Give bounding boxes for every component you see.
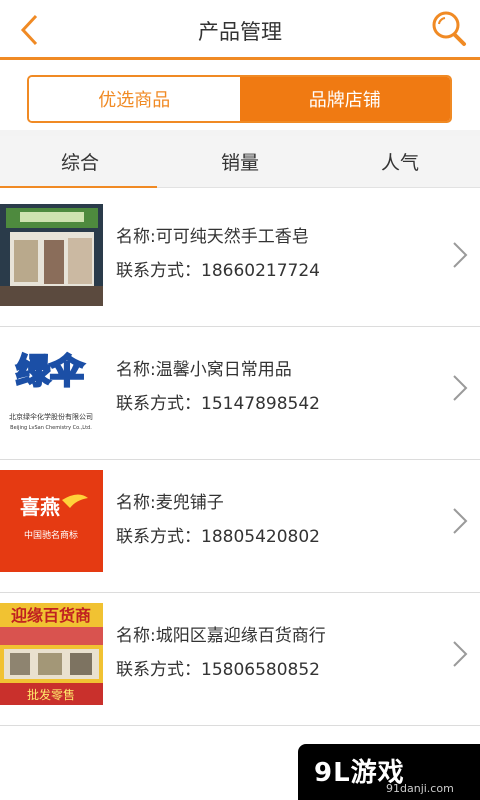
store-thumbnail: 迎缘百货商 批发零售 bbox=[0, 603, 103, 705]
chevron-right-icon bbox=[453, 242, 468, 268]
list-item[interactable]: 绿伞 北京绿伞化学股份有限公司 Beijing LvSan Chemistry … bbox=[0, 327, 480, 460]
store-thumbnail bbox=[0, 204, 103, 306]
svg-text:迎缘百货商: 迎缘百货商 bbox=[11, 606, 91, 625]
list-item[interactable]: 喜燕 中国驰名商标 名称:麦兜铺子 联系方式：18805420802 bbox=[0, 460, 480, 593]
svg-text:喜燕: 喜燕 bbox=[20, 495, 60, 519]
top-bar: 产品管理 bbox=[0, 0, 480, 60]
svg-text:绿伞: 绿伞 bbox=[16, 352, 85, 392]
segment-control: 优选商品 品牌店铺 bbox=[27, 75, 452, 123]
store-contact: 联系方式：15806580852 bbox=[116, 660, 320, 680]
svg-text:中国驰名商标: 中国驰名商标 bbox=[24, 529, 78, 541]
chevron-right-icon bbox=[453, 375, 468, 401]
list-item[interactable]: 迎缘百货商 批发零售 名称:城阳区嘉迎缘百货商行 联系方式：1580658085… bbox=[0, 593, 480, 726]
sort-tab-popularity[interactable]: 人气 bbox=[320, 136, 480, 187]
chevron-right-icon bbox=[453, 641, 468, 667]
store-name: 名称:温馨小窝日常用品 bbox=[116, 360, 292, 380]
store-contact: 联系方式：15147898542 bbox=[116, 394, 320, 414]
store-name: 名称:城阳区嘉迎缘百货商行 bbox=[116, 626, 326, 646]
watermark: 9L游戏 91danji.com bbox=[298, 744, 480, 800]
store-name: 名称:可可纯天然手工香皂 bbox=[116, 227, 309, 247]
svg-text:Beijing LvSan Chemistry Co.,Lt: Beijing LvSan Chemistry Co.,Ltd. bbox=[10, 425, 92, 431]
svg-text:批发零售: 批发零售 bbox=[27, 687, 75, 702]
chevron-right-icon bbox=[453, 508, 468, 534]
sort-tab-overall[interactable]: 综合 bbox=[0, 136, 160, 188]
store-thumbnail: 绿伞 北京绿伞化学股份有限公司 Beijing LvSan Chemistry … bbox=[0, 337, 103, 439]
page-title: 产品管理 bbox=[198, 20, 282, 44]
store-contact: 联系方式：18660217724 bbox=[116, 261, 320, 281]
watermark-url: 91danji.com bbox=[386, 782, 454, 795]
tab-brand-stores[interactable]: 品牌店铺 bbox=[239, 77, 450, 121]
sort-bar: 综合 销量 人气 bbox=[0, 136, 480, 188]
store-list: 名称:可可纯天然手工香皂 联系方式：18660217724 绿伞 北京绿伞化学股… bbox=[0, 194, 480, 726]
search-icon[interactable] bbox=[430, 8, 470, 50]
store-thumbnail: 喜燕 中国驰名商标 bbox=[0, 470, 103, 572]
tab-preferred-products[interactable]: 优选商品 bbox=[29, 77, 240, 121]
svg-text:北京绿伞化学股份有限公司: 北京绿伞化学股份有限公司 bbox=[9, 412, 93, 421]
store-contact: 联系方式：18805420802 bbox=[116, 527, 320, 547]
sort-tab-sales[interactable]: 销量 bbox=[160, 136, 320, 187]
store-name: 名称:麦兜铺子 bbox=[116, 493, 224, 513]
list-item[interactable]: 名称:可可纯天然手工香皂 联系方式：18660217724 bbox=[0, 194, 480, 327]
